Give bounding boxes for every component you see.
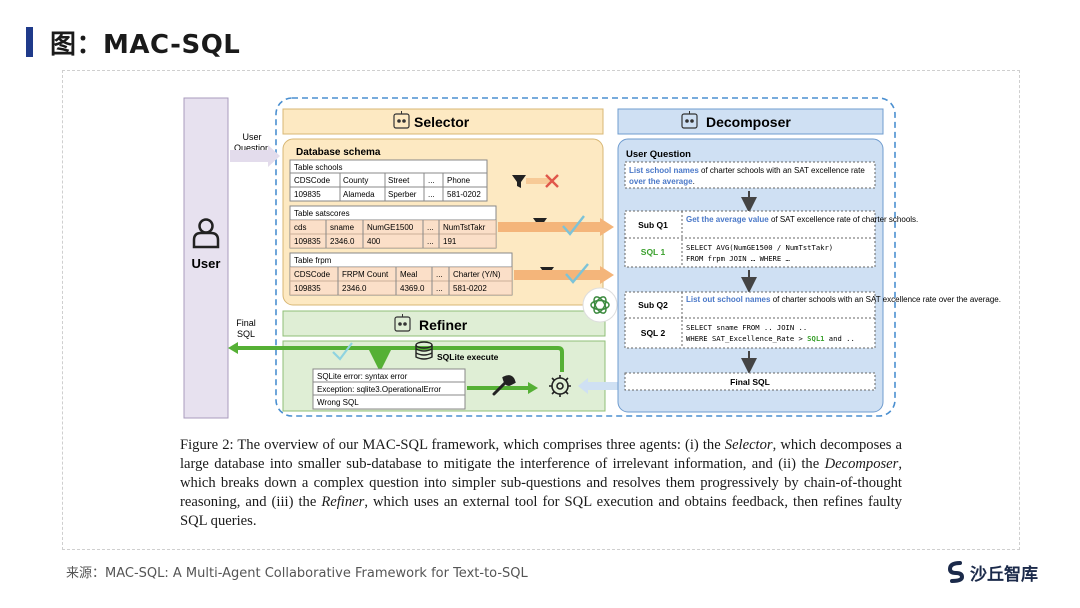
- refiner-title: Refiner: [419, 317, 468, 333]
- figure-caption: Figure 2: The overview of our MAC-SQL fr…: [180, 437, 902, 529]
- svg-text:581-0202: 581-0202: [447, 190, 481, 199]
- svg-text:...: ...: [436, 270, 443, 279]
- subq1-text: Get the average value of SAT excellence …: [686, 215, 918, 224]
- filter-bar-schools: [526, 178, 550, 184]
- table-name: Table satscores: [294, 209, 350, 218]
- final-sql-text: Final SQL: [730, 377, 770, 387]
- svg-text:NumGE1500: NumGE1500: [367, 223, 414, 232]
- subq1-label: Sub Q1: [638, 220, 668, 230]
- subq2-label: Sub Q2: [638, 300, 668, 310]
- table-name: Table schools: [294, 163, 342, 172]
- user-label: User: [192, 256, 221, 271]
- dune-logo-icon: [947, 561, 965, 583]
- table-schools: Table schools CDSCode County Street ... …: [289, 159, 488, 202]
- svg-text:109835: 109835: [294, 284, 321, 293]
- table-satscores: Table satscores cds sname NumGE1500 ... …: [289, 205, 497, 249]
- brand-logo: 沙丘智库: [946, 559, 1038, 585]
- svg-text:cds: cds: [294, 223, 306, 232]
- sql1-label: SQL 1: [641, 247, 666, 257]
- svg-text:Street: Street: [388, 176, 410, 185]
- svg-text:191: 191: [443, 237, 457, 246]
- svg-text:Alameda: Alameda: [343, 190, 375, 199]
- sqlite-execute-label: SQLite execute: [437, 352, 499, 362]
- selector-title: Selector: [414, 114, 470, 130]
- decomposer-title: Decomposer: [706, 114, 791, 130]
- svg-text:109835: 109835: [294, 237, 321, 246]
- subq2-text: List out school names of charter schools…: [686, 295, 1001, 304]
- svg-text:Charter (Y/N): Charter (Y/N): [453, 270, 501, 279]
- sql2-line: SELECT sname FROM .. JOIN ..: [686, 323, 807, 332]
- brand-name: 沙丘智库: [970, 564, 1038, 585]
- schema-title: Database schema: [296, 147, 381, 158]
- svg-text:2346.0: 2346.0: [330, 237, 355, 246]
- user-question-line1: User: [242, 132, 261, 142]
- llm-logo-icon: [582, 287, 618, 323]
- sql1-line: SELECT AVG(NumGE1500 / NumTstTakr): [686, 243, 833, 252]
- svg-text:400: 400: [367, 237, 381, 246]
- svg-text:4369.0: 4369.0: [400, 284, 425, 293]
- source-citation: 来源：MAC-SQL: A Multi-Agent Collaborative …: [66, 566, 528, 581]
- final-sql-line1: Final: [236, 318, 256, 328]
- svg-text:CDSCode: CDSCode: [294, 270, 331, 279]
- svg-text:Phone: Phone: [447, 176, 471, 185]
- svg-text:...: ...: [428, 176, 435, 185]
- svg-text:581-0202: 581-0202: [453, 284, 487, 293]
- sql1-line: FROM frpm JOIN … WHERE …: [686, 254, 791, 263]
- svg-text:sname: sname: [330, 223, 355, 232]
- svg-text:County: County: [343, 176, 368, 185]
- table-name: Table frpm: [294, 256, 332, 265]
- svg-text:FRPM Count: FRPM Count: [342, 270, 389, 279]
- user-question-text: List school names of charter schools wit…: [629, 166, 865, 175]
- final-sql-line2: SQL: [237, 329, 255, 339]
- sql2-line: WHERE SAT_Excellence_Rate > SQL1 and ..: [686, 334, 855, 343]
- error-line: Exception: sqlite3.OperationalError: [317, 385, 441, 394]
- svg-text:109835: 109835: [294, 190, 321, 199]
- svg-text:...: ...: [427, 223, 434, 232]
- svg-text:Meal: Meal: [400, 270, 418, 279]
- error-line: SQLite error: syntax error: [317, 372, 408, 381]
- svg-text:NumTstTakr: NumTstTakr: [443, 223, 486, 232]
- sql2-label: SQL 2: [641, 328, 666, 338]
- user-question-text-2: over the average.: [629, 177, 695, 186]
- svg-text:CDSCode: CDSCode: [294, 176, 331, 185]
- svg-text:...: ...: [436, 284, 443, 293]
- error-table: SQLite error: syntax error Exception: sq…: [312, 368, 466, 410]
- table-frpm: Table frpm CDSCode FRPM Count Meal ... C…: [289, 252, 513, 296]
- user-question-title: User Question: [626, 149, 691, 160]
- svg-text:Sperber: Sperber: [388, 190, 417, 199]
- svg-text:...: ...: [427, 237, 434, 246]
- svg-text:...: ...: [428, 190, 435, 199]
- error-line: Wrong SQL: [317, 398, 359, 407]
- svg-text:2346.0: 2346.0: [342, 284, 367, 293]
